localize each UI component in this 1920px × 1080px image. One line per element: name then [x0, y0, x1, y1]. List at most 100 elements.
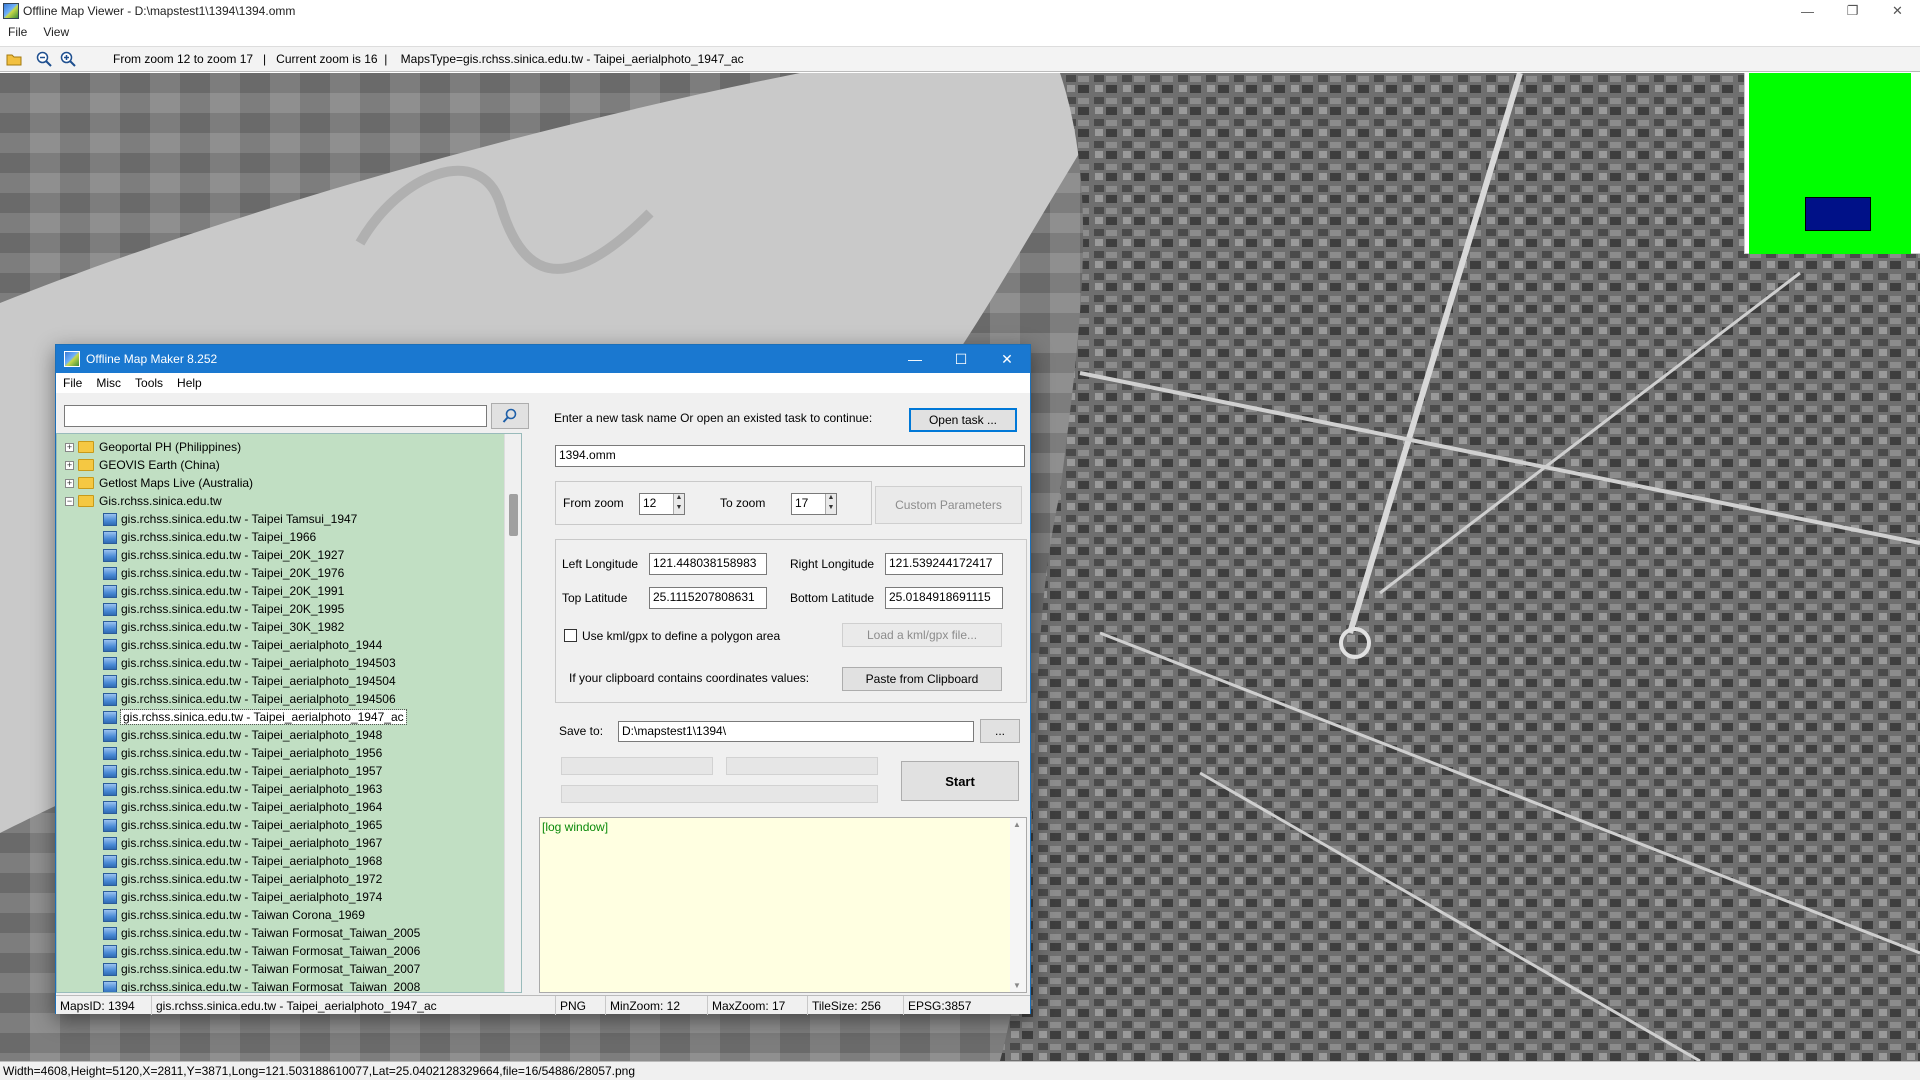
- save-path-input[interactable]: D:\mapstest1\1394\: [618, 721, 974, 742]
- right-longitude-input[interactable]: 121.539244172417: [885, 553, 1003, 575]
- tree-item[interactable]: gis.rchss.sinica.edu.tw - Taipei_20K_199…: [103, 600, 344, 618]
- tree-item[interactable]: gis.rchss.sinica.edu.tw - Taipei_aerialp…: [103, 780, 382, 798]
- expander-icon[interactable]: +: [65, 478, 74, 488]
- maximize-button[interactable]: ❐: [1830, 0, 1875, 22]
- top-latitude-input[interactable]: 25.1115207808631: [649, 587, 767, 609]
- tree-item[interactable]: gis.rchss.sinica.edu.tw - Taipei_aerialp…: [103, 744, 382, 762]
- log-window[interactable]: [log window] ▲ ▼: [539, 817, 1027, 993]
- map-layer-icon: [103, 638, 117, 652]
- status-max-zoom: MaxZoom: 17: [708, 996, 808, 1015]
- tree-item-label: gis.rchss.sinica.edu.tw - Taipei_1966: [121, 530, 317, 544]
- tree-item[interactable]: gis.rchss.sinica.edu.tw - Taipei_aerialp…: [103, 672, 396, 690]
- from-zoom-spinner[interactable]: ▲ ▼: [673, 494, 684, 514]
- tree-item[interactable]: gis.rchss.sinica.edu.tw - Taipei_aerialp…: [103, 888, 382, 906]
- map-layer-icon: [103, 854, 117, 868]
- viewer-statusbar: Width=4608,Height=5120,X=2811,Y=3871,Lon…: [0, 1061, 1920, 1080]
- tree-item[interactable]: gis.rchss.sinica.edu.tw - Taiwan Formosa…: [103, 978, 420, 992]
- maker-menu-file[interactable]: File: [56, 376, 89, 390]
- tree-item[interactable]: gis.rchss.sinica.edu.tw - Taipei_aerialp…: [103, 762, 382, 780]
- maker-close-button[interactable]: ✕: [984, 345, 1030, 373]
- tree-scrollbar[interactable]: [504, 434, 521, 992]
- tree-item-label: gis.rchss.sinica.edu.tw - Taipei_aerialp…: [121, 836, 383, 850]
- tree-item[interactable]: gis.rchss.sinica.edu.tw - Taipei_aerialp…: [103, 852, 382, 870]
- open-task-button[interactable]: Open task ...: [909, 408, 1017, 432]
- map-layer-icon: [103, 530, 117, 544]
- close-button[interactable]: ✕: [1875, 0, 1920, 22]
- tree-item[interactable]: gis.rchss.sinica.edu.tw - Taipei_aerialp…: [103, 834, 382, 852]
- tree-group[interactable]: + Geoportal PH (Philippines): [65, 438, 241, 456]
- open-folder-icon[interactable]: [4, 49, 24, 69]
- expander-icon[interactable]: +: [65, 460, 74, 470]
- maker-menu-tools[interactable]: Tools: [128, 376, 170, 390]
- start-button[interactable]: Start: [901, 761, 1019, 801]
- tree-item[interactable]: gis.rchss.sinica.edu.tw - Taipei_1966: [103, 528, 316, 546]
- clipboard-label: If your clipboard contains coordinates v…: [569, 671, 810, 685]
- tree-group[interactable]: − Gis.rchss.sinica.edu.tw: [65, 492, 222, 510]
- tree-item[interactable]: gis.rchss.sinica.edu.tw - Taiwan Corona_…: [103, 906, 365, 924]
- tree-item[interactable]: gis.rchss.sinica.edu.tw - Taipei_aerialp…: [103, 816, 382, 834]
- map-layer-icon: [103, 746, 117, 760]
- overview-viewport[interactable]: [1805, 197, 1871, 231]
- tree-group[interactable]: + GEOVIS Earth (China): [65, 456, 220, 474]
- tree-item-label: gis.rchss.sinica.edu.tw - Taipei_aerialp…: [121, 854, 383, 868]
- status-maps-id: MapsID: 1394: [56, 996, 152, 1015]
- maker-menu-help[interactable]: Help: [170, 376, 209, 390]
- tree-item[interactable]: gis.rchss.sinica.edu.tw - Taipei Tamsui_…: [103, 510, 357, 528]
- bottom-latitude-input[interactable]: 25.0184918691115: [885, 587, 1003, 609]
- tree-item-label: gis.rchss.sinica.edu.tw - Taipei_20K_199…: [121, 584, 345, 598]
- map-search-input[interactable]: [64, 405, 487, 427]
- tree-item[interactable]: gis.rchss.sinica.edu.tw - Taipei_aerialp…: [103, 690, 396, 708]
- load-kml-button[interactable]: Load a kml/gpx file...: [842, 623, 1002, 647]
- menu-view[interactable]: View: [35, 25, 77, 39]
- to-zoom-spinner[interactable]: ▲ ▼: [825, 494, 836, 514]
- tree-item[interactable]: gis.rchss.sinica.edu.tw - Taipei_aerialp…: [103, 636, 382, 654]
- browse-folder-button[interactable]: ...: [980, 719, 1020, 743]
- tree-item-label: gis.rchss.sinica.edu.tw - Taipei Tamsui_…: [121, 512, 358, 526]
- map-layer-icon: [103, 656, 117, 670]
- left-longitude-input[interactable]: 121.448038158983: [649, 553, 767, 575]
- top-latitude-label: Top Latitude: [562, 591, 628, 605]
- zoom-in-icon[interactable]: [58, 49, 78, 69]
- log-scrollbar[interactable]: ▲ ▼: [1010, 818, 1026, 992]
- tree-item[interactable]: gis.rchss.sinica.edu.tw - Taipei_aerialp…: [103, 726, 382, 744]
- tree-item[interactable]: gis.rchss.sinica.edu.tw - Taipei_aerialp…: [103, 654, 396, 672]
- tree-item-label: gis.rchss.sinica.edu.tw - Taipei_20K_199…: [121, 602, 345, 616]
- tree-item-label: gis.rchss.sinica.edu.tw - Taiwan Corona_…: [121, 908, 365, 922]
- expander-icon[interactable]: −: [65, 496, 74, 506]
- map-layer-icon: [103, 836, 117, 850]
- paste-clipboard-button[interactable]: Paste from Clipboard: [842, 667, 1002, 691]
- tree-item[interactable]: gis.rchss.sinica.edu.tw - Taipei_20K_199…: [103, 582, 344, 600]
- tree-item[interactable]: gis.rchss.sinica.edu.tw - Taipei_20K_197…: [103, 564, 344, 582]
- maker-maximize-button[interactable]: ☐: [938, 345, 984, 373]
- map-layer-icon: [103, 980, 117, 992]
- maker-minimize-button[interactable]: —: [892, 345, 938, 373]
- tree-item[interactable]: gis.rchss.sinica.edu.tw - Taipei_aerialp…: [103, 798, 382, 816]
- tree-item[interactable]: gis.rchss.sinica.edu.tw - Taiwan Formosa…: [103, 960, 420, 978]
- tree-item[interactable]: gis.rchss.sinica.edu.tw - Taiwan Formosa…: [103, 942, 420, 960]
- progress-bar-total: [561, 785, 878, 803]
- custom-parameters-button[interactable]: Custom Parameters: [875, 486, 1022, 524]
- minimize-button[interactable]: —: [1785, 0, 1830, 22]
- expander-icon[interactable]: +: [65, 442, 74, 452]
- task-name-input[interactable]: 1394.omm: [555, 445, 1025, 467]
- tree-item-label: gis.rchss.sinica.edu.tw - Taipei_aerialp…: [121, 746, 383, 760]
- menu-file[interactable]: File: [0, 25, 35, 39]
- map-layer-icon: [103, 800, 117, 814]
- tree-item-label: gis.rchss.sinica.edu.tw - Taipei_aerialp…: [121, 890, 383, 904]
- tree-item[interactable]: gis.rchss.sinica.edu.tw - Taipei_20K_192…: [103, 546, 344, 564]
- zoom-out-icon[interactable]: [34, 49, 54, 69]
- search-button[interactable]: [491, 403, 529, 429]
- maker-menu-misc[interactable]: Misc: [89, 376, 128, 390]
- folder-icon: [78, 495, 94, 507]
- tree-item[interactable]: gis.rchss.sinica.edu.tw - Taiwan Formosa…: [103, 924, 420, 942]
- use-kml-label: Use kml/gpx to define a polygon area: [582, 629, 781, 643]
- window-title: Offline Map Viewer - D:\mapstest1\1394\1…: [23, 4, 296, 18]
- tree-item[interactable]: gis.rchss.sinica.edu.tw - Taipei_30K_198…: [103, 618, 344, 636]
- tree-group[interactable]: + Getlost Maps Live (Australia): [65, 474, 253, 492]
- tree-item[interactable]: gis.rchss.sinica.edu.tw - Taipei_aerialp…: [103, 870, 382, 888]
- search-icon: [502, 408, 517, 423]
- overview-minimap[interactable]: [1744, 73, 1920, 254]
- map-type-tree[interactable]: + Geoportal PH (Philippines) + GEOVIS Earth…: [56, 433, 522, 993]
- use-kml-checkbox[interactable]: [564, 629, 577, 642]
- tree-item[interactable]: gis.rchss.sinica.edu.tw - Taipei_aerialp…: [103, 708, 407, 726]
